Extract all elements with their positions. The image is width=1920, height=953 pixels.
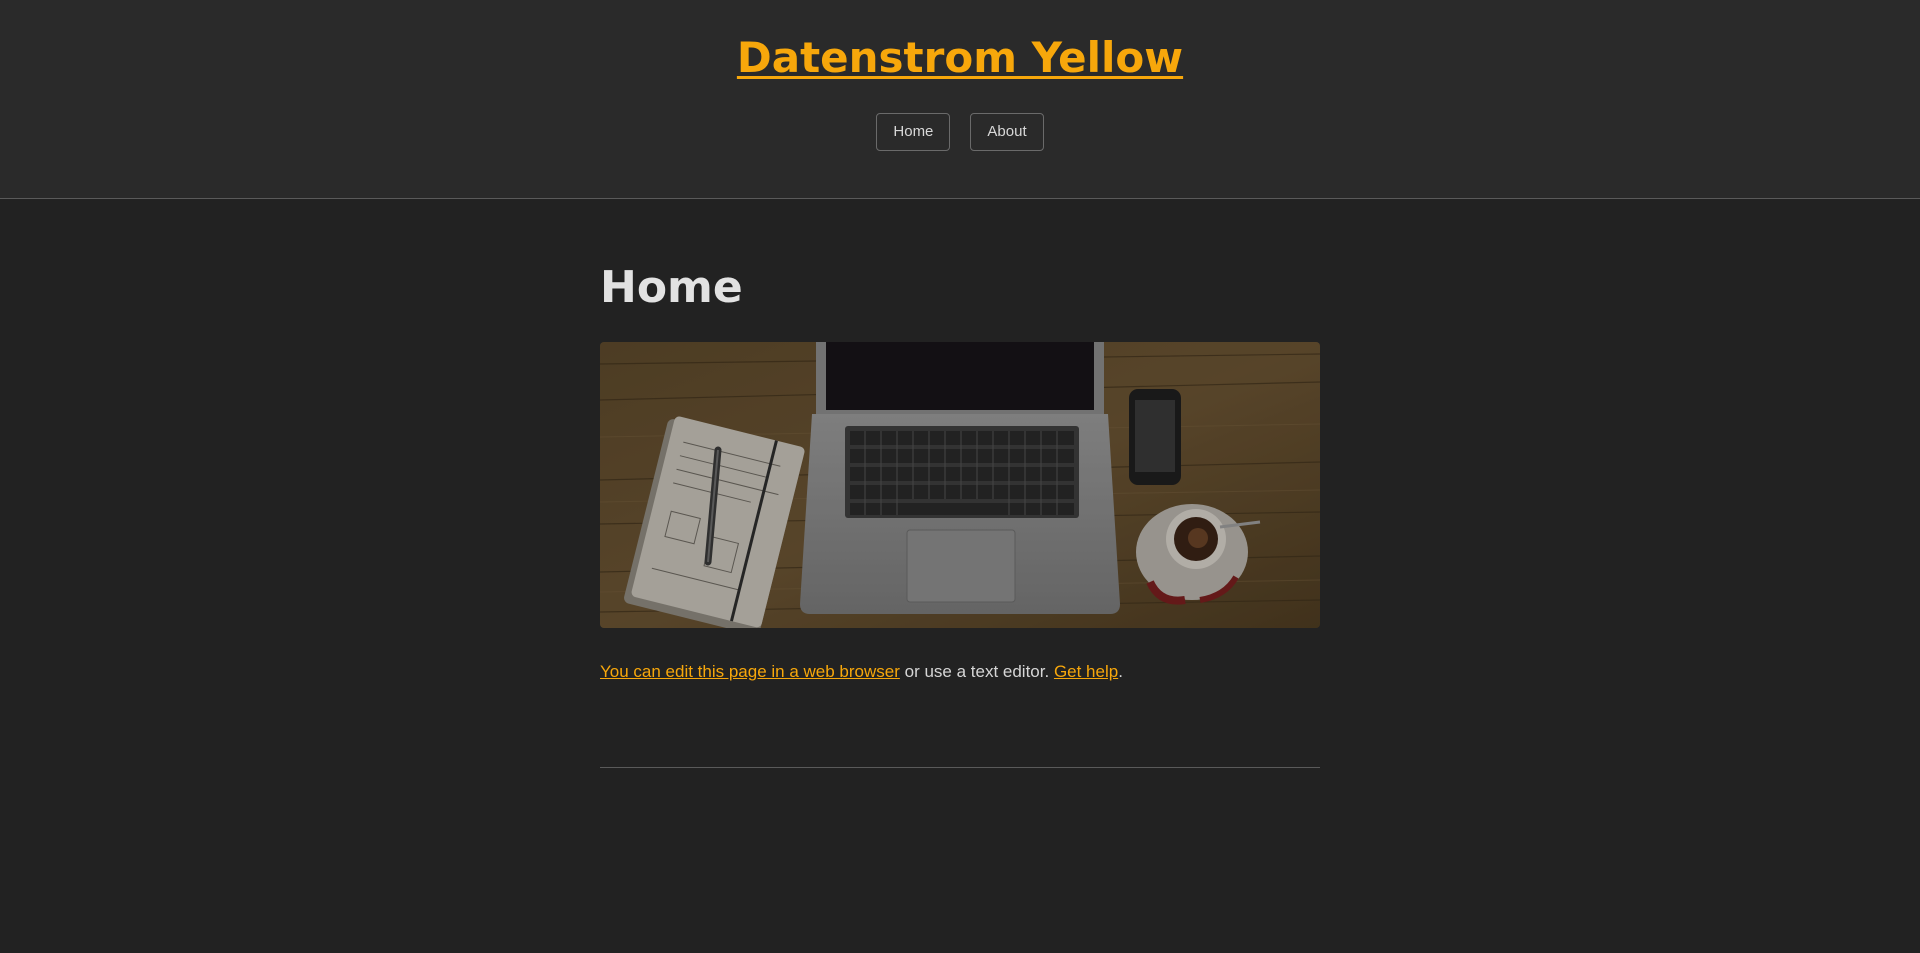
intro-paragraph: You can edit this page in a web browser … — [600, 659, 1320, 685]
page-title: Home — [600, 262, 743, 313]
main-navigation: Home About — [0, 113, 1920, 151]
footer-divider — [600, 767, 1320, 768]
nav-about-button[interactable]: About — [970, 113, 1044, 151]
site-header: Datenstrom Yellow Home About — [0, 0, 1920, 199]
site-title: Datenstrom Yellow — [0, 30, 1920, 86]
site-title-link[interactable]: Datenstrom Yellow — [737, 33, 1183, 82]
nav-home-button[interactable]: Home — [876, 113, 951, 151]
paragraph-middle-text: or use a text editor. — [899, 662, 1054, 681]
edit-page-link[interactable]: You can edit this page in a web browser — [600, 662, 900, 681]
paragraph-end-text: . — [1118, 662, 1123, 681]
hero-image — [600, 342, 1320, 628]
get-help-link[interactable]: Get help — [1054, 662, 1118, 681]
